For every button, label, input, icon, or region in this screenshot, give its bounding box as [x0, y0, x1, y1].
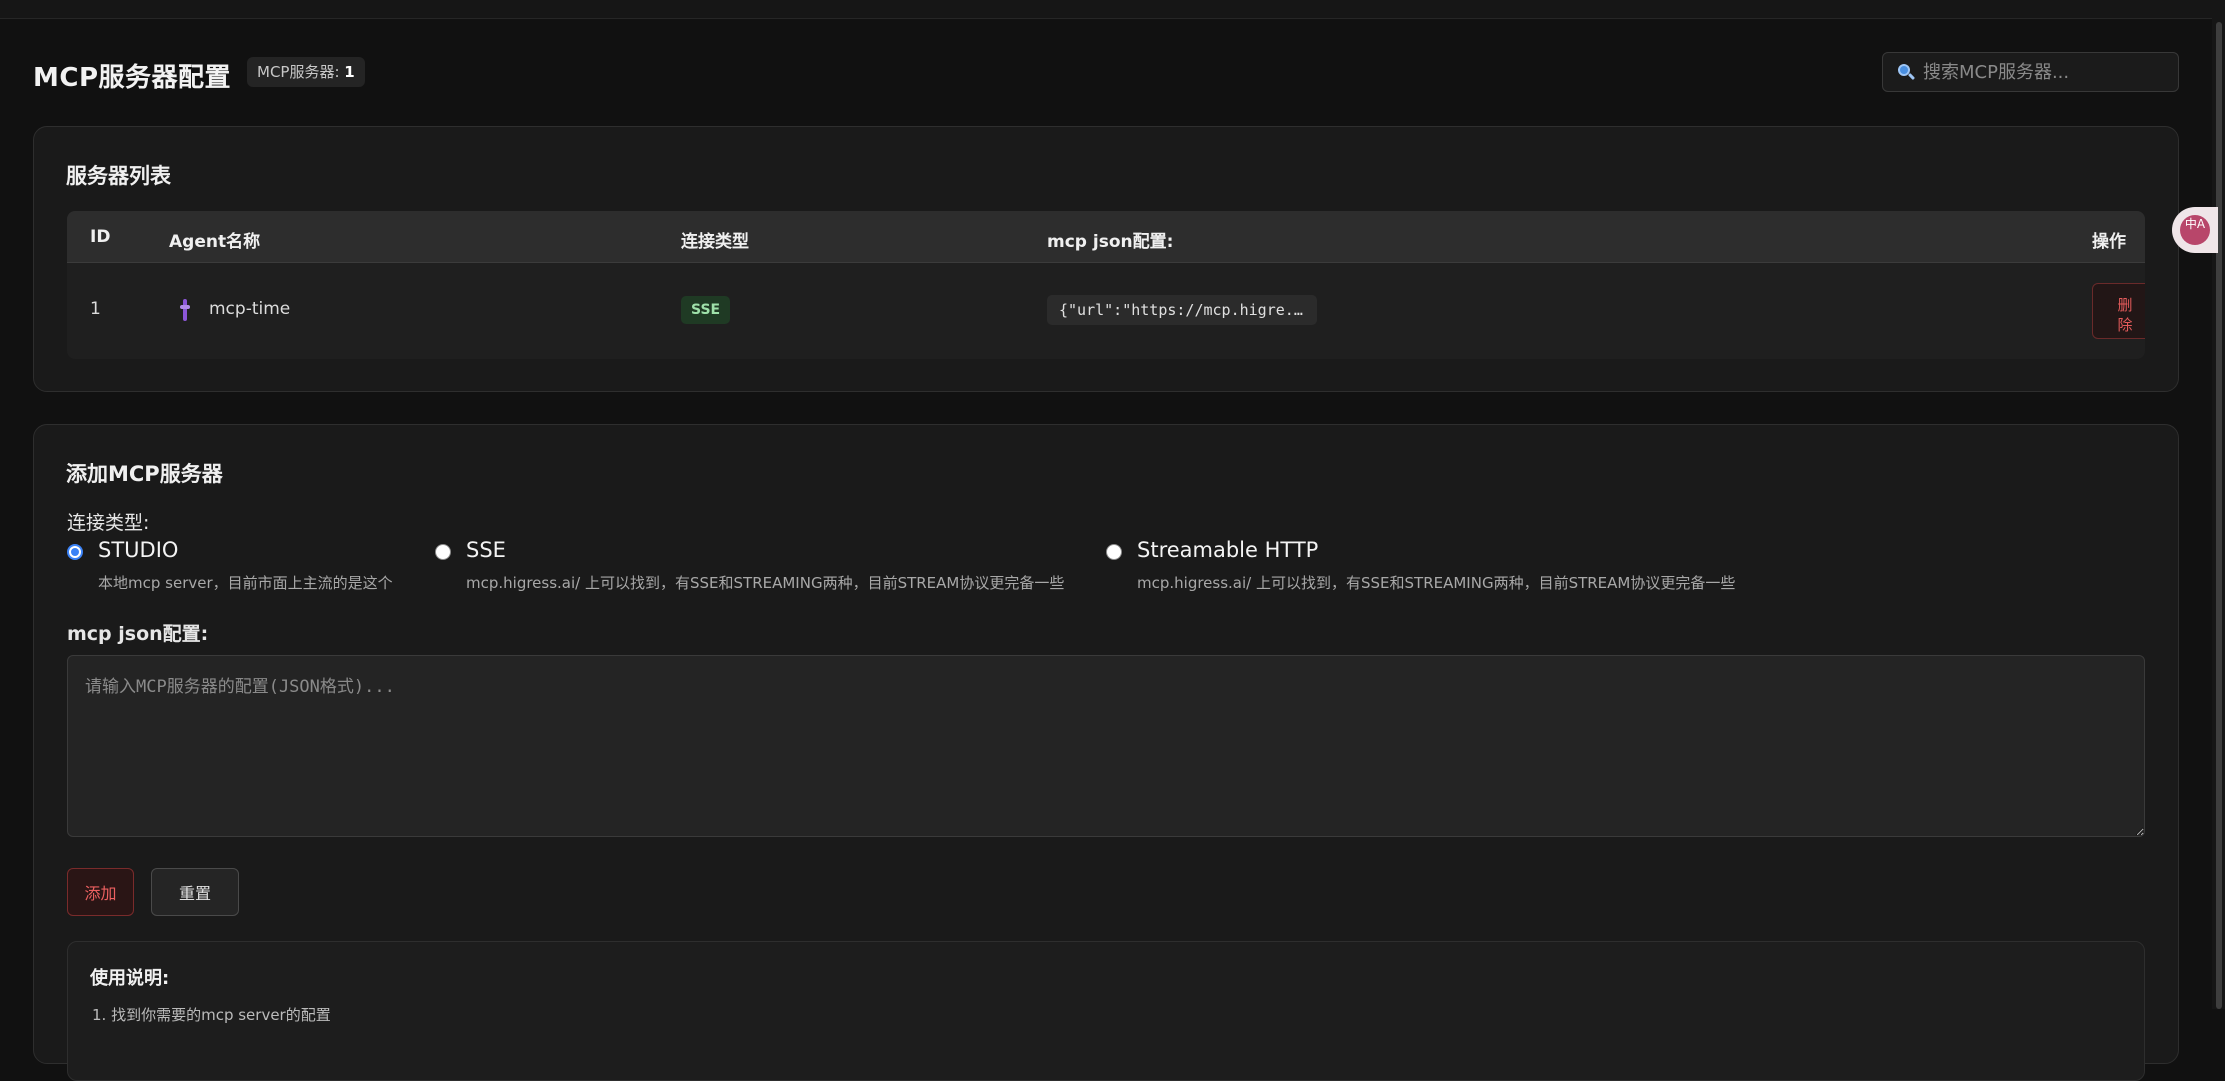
connection-type-label: 连接类型: [67, 512, 150, 534]
json-config-cell: {"url":"https://mcp.higre... [1047, 295, 1317, 325]
column-header-connection-type: 连接类型 [681, 232, 749, 252]
translate-icon: 中A [2180, 215, 2210, 245]
option-studio-desc: 本地mcp server，目前市面上主流的是这个 [98, 574, 393, 592]
agent-icon [180, 299, 190, 321]
delete-button[interactable]: 删除 [2092, 283, 2145, 339]
usage-line: 1. 找到你需要的mcp server的配置 [92, 1006, 331, 1024]
delete-label-line2: 除 [2117, 315, 2133, 334]
option-sse-desc: mcp.higress.ai/ 上可以找到，有SSE和STREAMING两种，目… [466, 574, 1065, 592]
option-streamable-http-title[interactable]: Streamable HTTP [1137, 538, 1318, 562]
search-box[interactable] [1882, 52, 2179, 92]
table-header: ID Agent名称 连接类型 mcp json配置: 操作 [67, 211, 2145, 263]
column-header-id: ID [90, 227, 111, 247]
column-header-actions: 操作 [2092, 232, 2126, 252]
server-count-label: MCP服务器: [257, 63, 345, 81]
add-button[interactable]: 添加 [67, 868, 134, 916]
page-container: MCP服务器配置 MCP服务器: 1 服务器列表 ID Agent名称 连接类型… [33, 19, 2179, 1081]
radio-sse[interactable] [435, 544, 451, 560]
scrollbar-thumb[interactable] [2216, 22, 2222, 1009]
row-id: 1 [90, 299, 101, 319]
row-agent-name: mcp-time [209, 299, 291, 319]
server-table: ID Agent名称 连接类型 mcp json配置: 操作 1 mcp-tim… [67, 211, 2145, 359]
top-bar [0, 0, 2225, 19]
usage-title: 使用说明: [90, 968, 170, 989]
translate-button[interactable]: 中A [2172, 207, 2218, 253]
search-input[interactable] [1923, 61, 2173, 83]
radio-studio[interactable] [67, 544, 83, 560]
connection-type-tag: SSE [681, 296, 731, 324]
column-header-json-config: mcp json配置: [1047, 232, 1174, 252]
add-server-title: 添加MCP服务器 [66, 462, 223, 486]
json-config-label: mcp json配置: [67, 623, 209, 645]
column-header-agent-name: Agent名称 [169, 232, 261, 252]
server-count-value: 1 [344, 63, 355, 81]
option-studio-title[interactable]: STUDIO [98, 538, 178, 562]
option-sse-title[interactable]: SSE [466, 538, 506, 562]
search-icon [1897, 63, 1916, 81]
server-count-badge: MCP服务器: 1 [247, 57, 365, 87]
option-streamable-http-desc: mcp.higress.ai/ 上可以找到，有SSE和STREAMING两种，目… [1137, 574, 1736, 592]
server-list-card: 服务器列表 ID Agent名称 连接类型 mcp json配置: 操作 1 m… [33, 126, 2179, 392]
add-server-card: 添加MCP服务器 连接类型: STUDIO 本地mcp server，目前市面上… [33, 424, 2179, 1081]
page-header: MCP服务器配置 MCP服务器: 1 [33, 19, 2179, 126]
delete-label-line1: 删 [2117, 295, 2133, 314]
table-row: 1 mcp-time SSE {"url":"https://mcp.higre… [67, 263, 2145, 359]
page-title: MCP服务器配置 [33, 63, 232, 93]
json-config-textarea[interactable] [67, 655, 2145, 837]
server-list-title: 服务器列表 [66, 164, 171, 188]
reset-button[interactable]: 重置 [151, 868, 239, 916]
usage-instructions: 使用说明: 1. 找到你需要的mcp server的配置 [67, 941, 2145, 1081]
radio-streamable-http[interactable] [1106, 544, 1122, 560]
